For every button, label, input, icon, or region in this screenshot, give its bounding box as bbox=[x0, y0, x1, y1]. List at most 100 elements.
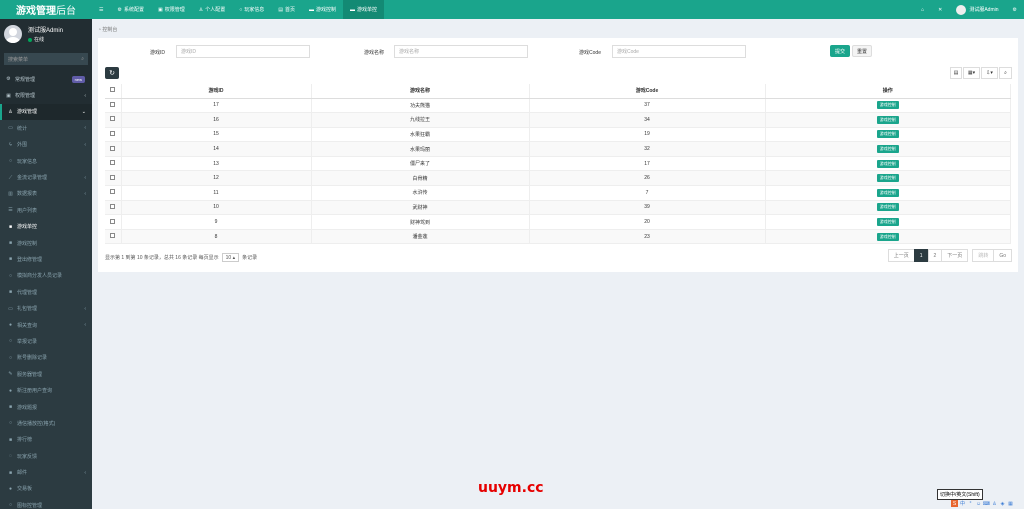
user-icon[interactable]: ♙ bbox=[991, 500, 998, 507]
home-icon[interactable]: ⌂ bbox=[914, 0, 931, 19]
row-select-cell[interactable] bbox=[105, 214, 122, 230]
row-checkbox[interactable] bbox=[110, 160, 116, 166]
columns-dropdown-button[interactable]: ▦▾ bbox=[963, 67, 980, 79]
sidebar-item-12[interactable]: ○ 模拟商分发人员记录 bbox=[0, 267, 92, 285]
game-control-button[interactable]: 游戏控制 bbox=[876, 174, 899, 183]
sidebar-item-11[interactable]: ■ 登出修管理 bbox=[0, 251, 92, 268]
tab-3[interactable]: ○ 玩家信息 bbox=[232, 0, 271, 19]
game-control-button[interactable]: 游戏控制 bbox=[876, 203, 899, 212]
ime-icon[interactable]: S bbox=[951, 500, 958, 507]
sidebar-item-2[interactable]: ♙ 游戏管理 ⌄ bbox=[0, 103, 92, 121]
sidebar-item-3[interactable]: ▭ 统计 ‹ bbox=[0, 120, 92, 137]
row-checkbox[interactable] bbox=[110, 101, 116, 107]
sidebar-item-20[interactable]: ■ 游戏题报 bbox=[0, 398, 92, 416]
sidebar-item-17[interactable]: ○ 账号删除记录 bbox=[0, 349, 92, 367]
sidebar-item-26[interactable]: ○ 图标控管理 bbox=[0, 497, 92, 509]
skin-icon[interactable]: ◈ bbox=[999, 500, 1006, 507]
punctuation-icon[interactable]: ° bbox=[967, 500, 974, 507]
row-select-cell[interactable] bbox=[105, 98, 122, 114]
jump-page-input[interactable]: 跳转 bbox=[972, 249, 995, 262]
row-checkbox[interactable] bbox=[110, 174, 116, 180]
next-page-button[interactable]: 下一页 bbox=[941, 249, 969, 262]
row-checkbox[interactable] bbox=[110, 189, 116, 195]
breadcrumb-item[interactable]: 控制台 bbox=[102, 27, 117, 33]
prev-page-button[interactable]: 上一页 bbox=[887, 249, 915, 262]
sidebar-search-input[interactable]: 搜索菜单 bbox=[8, 56, 28, 63]
row-checkbox[interactable] bbox=[110, 218, 116, 224]
chinese-icon[interactable]: 中 bbox=[959, 500, 966, 507]
sidebar-search[interactable]: 搜索菜单 ⌕ bbox=[4, 53, 88, 65]
search-toggle-button[interactable]: ⌕ bbox=[999, 67, 1012, 79]
sidebar-item-4[interactable]: ϟ 外围 ‹ bbox=[0, 136, 92, 153]
go-button[interactable]: Go bbox=[993, 249, 1012, 262]
fullscreen-icon[interactable]: ✕ bbox=[931, 0, 949, 19]
sidebar-item-5[interactable]: ○ 玩家信息 bbox=[0, 152, 92, 170]
sidebar-item-14[interactable]: ▭ 礼包管理 ‹ bbox=[0, 300, 92, 317]
sidebar-item-13[interactable]: ■ 代理管理 bbox=[0, 284, 92, 301]
page-2-button[interactable]: 2 bbox=[927, 249, 943, 262]
sidebar-item-8[interactable]: ☰ 用户列表 bbox=[0, 202, 92, 219]
app-logo[interactable]: 游戏管理 后台 bbox=[0, 0, 92, 19]
keyboard-icon[interactable]: ⌨ bbox=[983, 500, 990, 507]
sidebar-item-15[interactable]: ● 相关查询 ‹ bbox=[0, 316, 92, 334]
header-game-name[interactable]: 游戏名称 bbox=[311, 84, 530, 99]
sidebar-item-10[interactable]: ■ 游戏控制 bbox=[0, 234, 92, 252]
game-control-button[interactable]: 游戏控制 bbox=[876, 159, 899, 168]
game-name-input[interactable]: 游戏名称 bbox=[394, 45, 528, 58]
sidebar-item-18[interactable]: ✎ 服务器管理 bbox=[0, 366, 92, 383]
header-game-code[interactable]: 游戏Code bbox=[529, 84, 766, 99]
sidebar-item-19[interactable]: ● 新注册用户查询 bbox=[0, 382, 92, 399]
game-control-button[interactable]: 游戏控制 bbox=[876, 115, 899, 124]
sidebar-item-23[interactable]: ◌ 玩家反馈 bbox=[0, 447, 92, 465]
game-id-input[interactable]: 游戏ID bbox=[176, 45, 310, 58]
user-menu[interactable]: 测试服Admin bbox=[949, 0, 1005, 19]
sidebar-item-21[interactable]: ○ 通信播放控(格式) bbox=[0, 415, 92, 432]
row-select-cell[interactable] bbox=[105, 156, 122, 172]
sidebar-item-22[interactable]: ■ 排行榜 bbox=[0, 431, 92, 448]
tab-1[interactable]: ▣ 权限管理 bbox=[151, 0, 192, 19]
tab-5[interactable]: ▬ 游戏控制 bbox=[302, 0, 343, 19]
row-checkbox[interactable] bbox=[110, 203, 116, 209]
sidebar-item-0[interactable]: ⚙ 常规管理 new bbox=[0, 71, 92, 87]
game-control-button[interactable]: 游戏控制 bbox=[876, 188, 899, 197]
select-all-header[interactable] bbox=[105, 84, 122, 99]
settings-gear-icon[interactable]: ⚙ bbox=[1006, 0, 1024, 19]
row-checkbox[interactable] bbox=[110, 233, 116, 239]
sidebar-item-7[interactable]: ▥ 数据报表 ‹ bbox=[0, 185, 92, 203]
grid-icon[interactable]: ▦ bbox=[1007, 500, 1014, 507]
game-control-button[interactable]: 游戏控制 bbox=[876, 101, 899, 110]
tab-2[interactable]: ♙ 个人配置 bbox=[192, 0, 233, 19]
row-checkbox[interactable] bbox=[110, 116, 116, 122]
row-select-cell[interactable] bbox=[105, 127, 122, 143]
select-all-checkbox[interactable] bbox=[110, 87, 116, 93]
submit-button[interactable]: 提交 bbox=[830, 45, 850, 57]
export-dropdown-button[interactable]: ⇩▾ bbox=[981, 67, 998, 79]
row-select-cell[interactable] bbox=[105, 229, 122, 245]
page-1-button[interactable]: 1 bbox=[913, 249, 929, 262]
tab-0[interactable]: ⚙ 系统配置 bbox=[110, 0, 151, 19]
emoji-icon[interactable]: ☺ bbox=[975, 500, 982, 507]
sidebar-item-1[interactable]: ▣ 权限管理 ‹ bbox=[0, 87, 92, 103]
row-checkbox[interactable] bbox=[110, 145, 116, 151]
toggle-view-button[interactable]: ▤ bbox=[950, 67, 962, 79]
sidebar-item-25[interactable]: ● 交易板 bbox=[0, 480, 92, 498]
tab-6[interactable]: ▬ 游戏单控 bbox=[343, 0, 385, 19]
tab-4[interactable]: ▤ 首页 bbox=[271, 0, 302, 19]
refresh-button[interactable]: ↻ bbox=[105, 67, 119, 79]
game-control-button[interactable]: 游戏控制 bbox=[876, 218, 899, 227]
row-checkbox[interactable] bbox=[110, 130, 116, 136]
page-size-select[interactable]: 10 ▴ bbox=[221, 253, 240, 262]
game-control-button[interactable]: 游戏控制 bbox=[876, 232, 899, 241]
search-icon[interactable]: ⌕ bbox=[81, 56, 84, 62]
game-control-button[interactable]: 游戏控制 bbox=[876, 145, 899, 154]
reset-button[interactable]: 重置 bbox=[852, 45, 872, 57]
sidebar-item-24[interactable]: ■ 邮件 ‹ bbox=[0, 464, 92, 481]
game-code-input[interactable]: 游戏Code bbox=[612, 45, 746, 58]
row-select-cell[interactable] bbox=[105, 200, 122, 216]
sidebar-toggle-icon[interactable]: ☰ bbox=[92, 0, 110, 19]
breadcrumb[interactable]: ◔ 控制台 bbox=[98, 26, 117, 33]
sidebar-item-9[interactable]: ■ 游戏单控 bbox=[0, 218, 92, 235]
sidebar-item-16[interactable]: ○ 举报记录 bbox=[0, 333, 92, 350]
row-select-cell[interactable] bbox=[105, 185, 122, 201]
row-select-cell[interactable] bbox=[105, 112, 122, 128]
